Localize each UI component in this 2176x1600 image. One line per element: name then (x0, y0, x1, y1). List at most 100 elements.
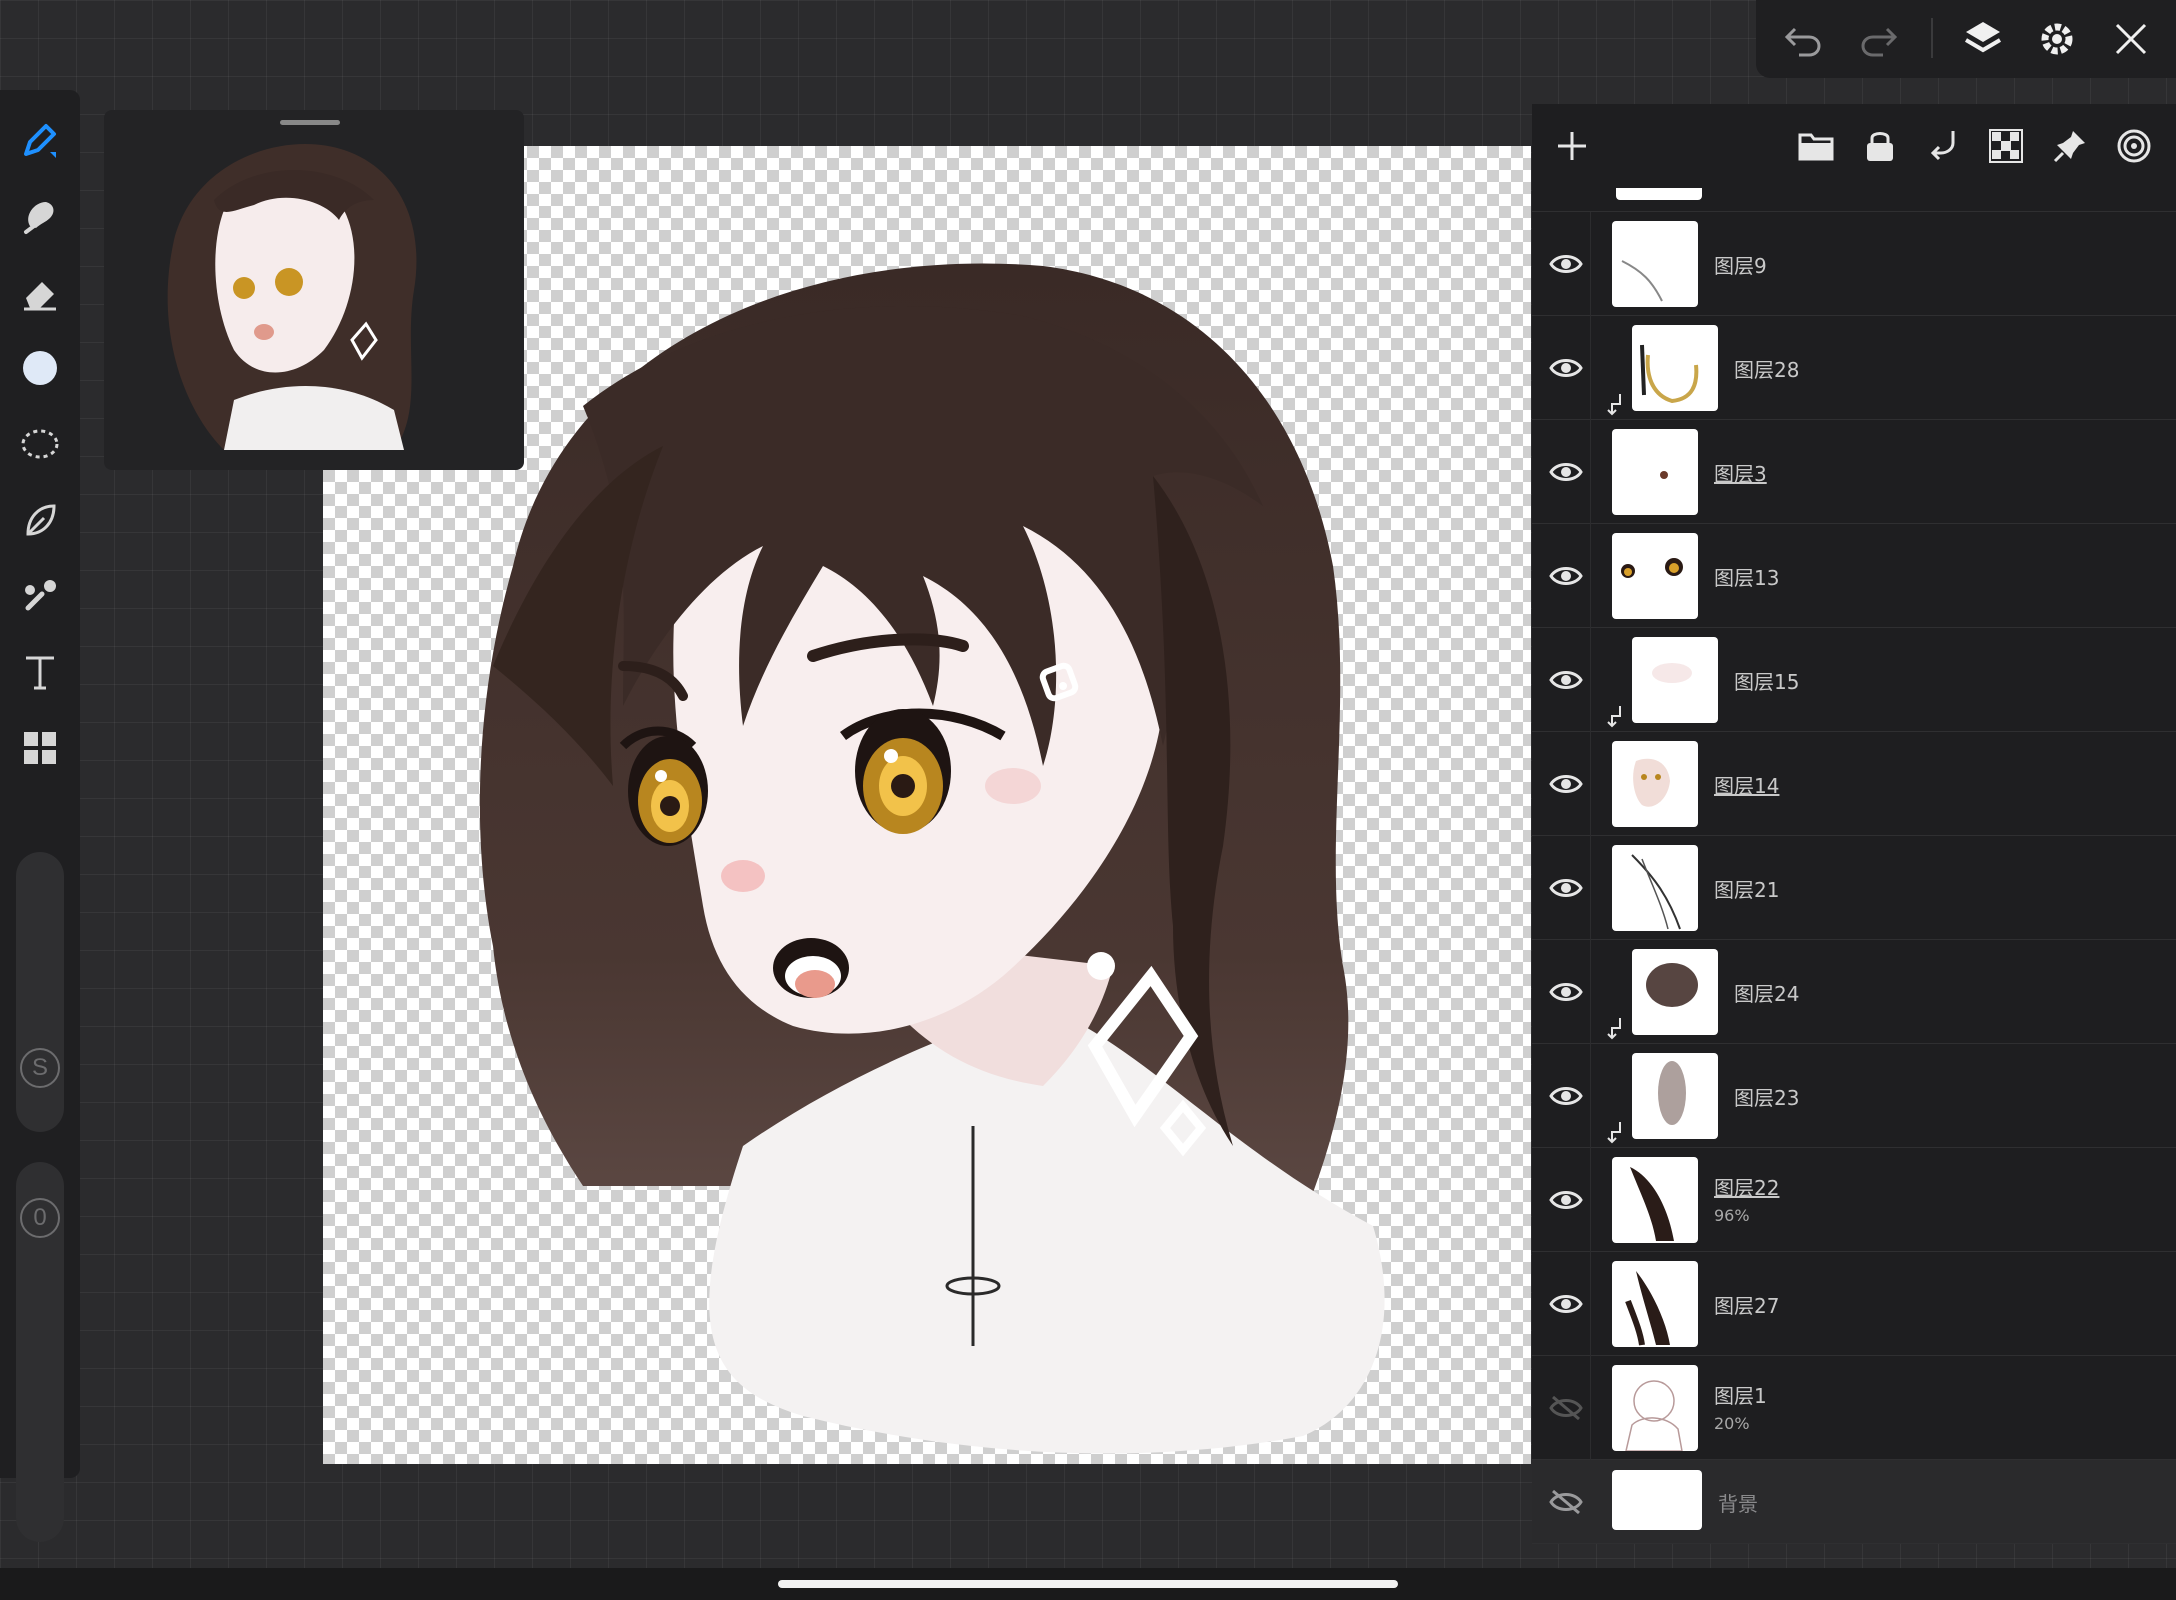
clip-icon[interactable] (1918, 120, 1970, 172)
reference-icon[interactable] (2108, 120, 2160, 172)
layer-row-partial (1532, 188, 2176, 212)
layer-thumbnail (1612, 533, 1698, 619)
fill-icon[interactable] (14, 494, 66, 546)
eye-icon[interactable] (1546, 556, 1586, 596)
layer-thumbnail (1612, 1157, 1698, 1243)
layer-thumbnail (1612, 1261, 1698, 1347)
layer-row[interactable]: 图层27 (1532, 1252, 2176, 1356)
layer-thumbnail (1612, 1365, 1698, 1451)
smudge-icon[interactable] (14, 190, 66, 242)
layer-thumbnail (1612, 221, 1698, 307)
eye-icon[interactable] (1546, 660, 1586, 700)
layer-row[interactable]: 图层13 (1532, 524, 2176, 628)
folder-icon[interactable] (1790, 120, 1842, 172)
redo-icon[interactable] (1854, 14, 1904, 64)
layer-name: 图层23 (1734, 1086, 1800, 1110)
layers-icon[interactable] (1958, 14, 2008, 64)
layer-row[interactable]: 图层22 96% (1532, 1148, 2176, 1252)
layers-panel: 图层9 图层28 图层3 图层13 图层15 图层14 图层21 图层24 图层… (1532, 104, 2176, 1544)
layer-row[interactable]: 图层9 (1532, 212, 2176, 316)
alpha-lock-icon[interactable] (1980, 120, 2032, 172)
eyedropper-icon[interactable] (14, 570, 66, 622)
close-icon[interactable] (2106, 14, 2156, 64)
reference-navigator[interactable] (104, 110, 524, 470)
layer-name: 图层3 (1714, 462, 1767, 486)
row-separator (1590, 1044, 1591, 1148)
clipping-mask-icon (1607, 394, 1621, 416)
row-separator (1590, 420, 1591, 524)
layer-name: 图层1 (1714, 1384, 1767, 1408)
row-separator (1590, 628, 1591, 732)
layer-name: 图层24 (1734, 982, 1800, 1006)
layer-thumbnail (1612, 845, 1698, 931)
opacity-slider-label: 0 (20, 1198, 60, 1238)
color-icon[interactable] (14, 342, 66, 394)
layer-thumbnail (1616, 188, 1702, 200)
row-separator (1590, 1356, 1591, 1460)
left-toolbar: S 0 (0, 90, 80, 1542)
eye-icon[interactable] (1546, 1180, 1586, 1220)
brush-size-slider[interactable] (16, 852, 64, 1132)
pin-icon[interactable] (2044, 120, 2096, 172)
eye-icon[interactable] (1546, 348, 1586, 388)
layer-name: 图层22 (1714, 1176, 1780, 1200)
layer-thumbnail (1632, 325, 1718, 411)
layer-name: 图层21 (1714, 878, 1780, 902)
eye-hidden-icon[interactable] (1546, 1482, 1586, 1522)
layer-thumbnail (1632, 637, 1718, 723)
eye-icon[interactable] (1546, 972, 1586, 1012)
eye-hidden-icon[interactable] (1546, 1388, 1586, 1428)
layer-name: 图层13 (1714, 566, 1780, 590)
layer-opacity: 96% (1714, 1206, 1750, 1225)
layer-row[interactable]: 图层28 (1532, 316, 2176, 420)
layer-row[interactable]: 图层14 (1532, 732, 2176, 836)
row-separator (1590, 316, 1591, 420)
lasso-select-icon[interactable] (14, 418, 66, 470)
eye-icon[interactable] (1546, 1076, 1586, 1116)
layers-toolbar (1532, 104, 2176, 188)
eye-icon[interactable] (1546, 244, 1586, 284)
eye-icon[interactable] (1546, 764, 1586, 804)
row-separator (1590, 1252, 1591, 1356)
layer-row[interactable]: 图层23 (1532, 1044, 2176, 1148)
navigator-preview (167, 144, 417, 450)
layer-name: 图层14 (1714, 774, 1780, 798)
layer-name: 图层15 (1734, 670, 1800, 694)
eraser-icon[interactable] (14, 266, 66, 318)
eye-icon[interactable] (1546, 1284, 1586, 1324)
text-icon[interactable] (14, 646, 66, 698)
clipping-mask-icon (1607, 1122, 1621, 1144)
layer-row[interactable]: 图层24 (1532, 940, 2176, 1044)
add-layer-icon[interactable] (1546, 120, 1598, 172)
row-separator (1590, 836, 1591, 940)
layer-thumbnail (1612, 429, 1698, 515)
layer-thumbnail (1632, 1053, 1718, 1139)
pen-icon[interactable] (14, 114, 66, 166)
layer-name: 图层9 (1714, 254, 1767, 278)
undo-icon[interactable] (1778, 14, 1828, 64)
layer-name: 背景 (1718, 1492, 1758, 1516)
eye-icon[interactable] (1546, 452, 1586, 492)
layer-row[interactable]: 图层3 (1532, 420, 2176, 524)
row-separator (1590, 1148, 1591, 1252)
row-separator (1590, 940, 1591, 1044)
lock-icon[interactable] (1854, 120, 1906, 172)
layer-name: 图层28 (1734, 358, 1800, 382)
apps-grid-icon[interactable] (14, 722, 66, 774)
layer-thumbnail (1632, 949, 1718, 1035)
layer-row[interactable]: 图层15 (1532, 628, 2176, 732)
top-right-toolbar (1756, 0, 2176, 78)
layer-row[interactable]: 图层21 (1532, 836, 2176, 940)
row-separator (1590, 732, 1591, 836)
size-slider-label: S (20, 1048, 60, 1088)
clipping-mask-icon (1607, 706, 1621, 728)
toolbar-divider (1931, 18, 1933, 58)
eye-icon[interactable] (1546, 868, 1586, 908)
layer-row[interactable]: 图层1 20% (1532, 1356, 2176, 1460)
home-indicator[interactable] (778, 1580, 1398, 1588)
layer-thumbnail (1612, 1470, 1702, 1530)
layer-opacity: 20% (1714, 1414, 1750, 1433)
layer-row-background[interactable]: 背景 (1532, 1460, 2176, 1544)
layer-name: 图层27 (1714, 1294, 1780, 1318)
settings-icon[interactable] (2032, 14, 2082, 64)
